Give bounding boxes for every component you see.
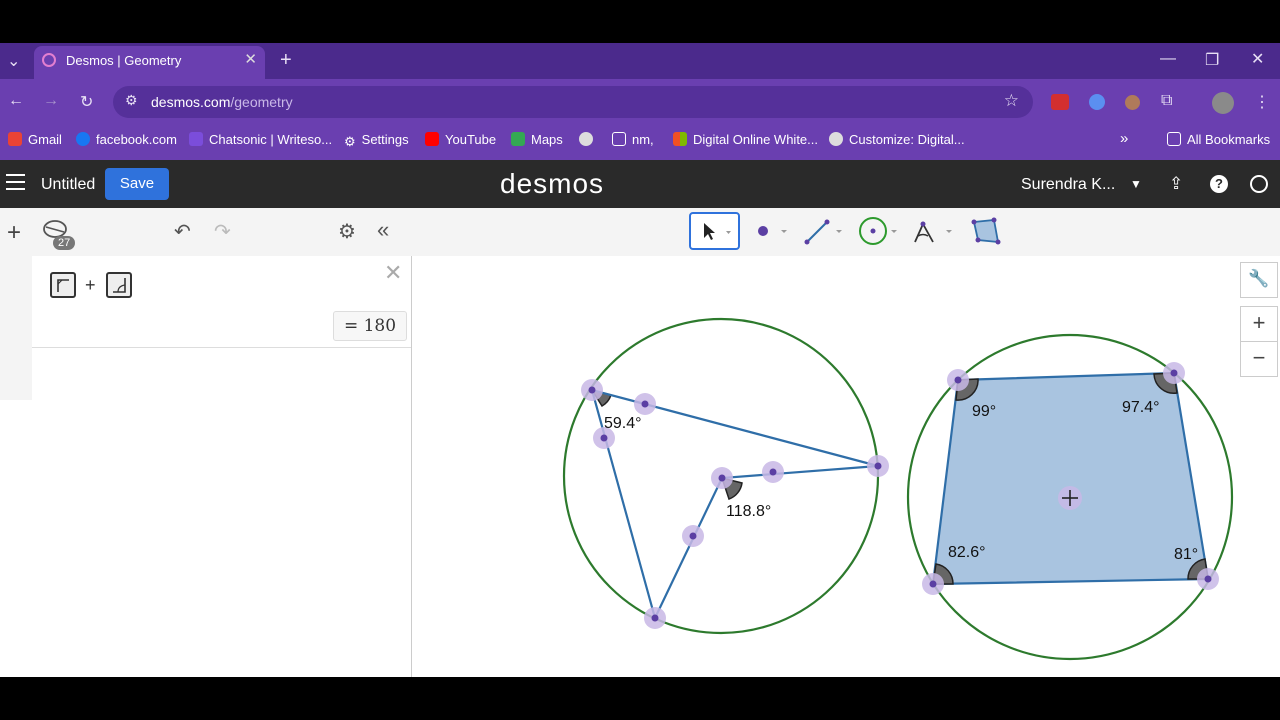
window-close-icon[interactable]: ✕ [1251, 49, 1264, 69]
user-dropdown-icon[interactable]: ▼ [1130, 177, 1142, 191]
history-count-badge: 27 [53, 236, 76, 250]
save-button[interactable]: Save [105, 168, 169, 200]
all-bookmarks[interactable]: All Bookmarks [1167, 132, 1270, 147]
point[interactable] [769, 468, 777, 476]
help-icon[interactable]: ? [1210, 175, 1228, 193]
language-globe-icon[interactable] [1250, 175, 1268, 193]
polygon-tool[interactable] [964, 212, 1015, 250]
expression-result: = 180 [333, 311, 407, 341]
close-tab-icon[interactable]: ✕ [244, 50, 257, 68]
bookmark-youtube[interactable]: YouTube [425, 132, 496, 147]
redo-icon[interactable]: ↷ [214, 219, 231, 244]
select-tool[interactable] [689, 212, 740, 250]
bookmarks-bar: Gmail facebook.com Chatsonic | Writeso..… [0, 124, 1280, 160]
expression-gutter [0, 256, 32, 400]
angle-object-icon [50, 272, 76, 298]
zoom-in-button[interactable]: + [1240, 306, 1278, 342]
add-item-icon[interactable]: + [7, 219, 21, 247]
new-tab-icon[interactable]: + [280, 49, 292, 72]
bookmark-globe[interactable] [579, 132, 599, 147]
point[interactable] [588, 386, 596, 394]
angle-label-q4: 81° [1174, 546, 1198, 563]
plus-operator: + [85, 275, 96, 295]
menu-kebab-icon[interactable]: ⋮ [1254, 92, 1270, 112]
reload-icon[interactable]: ↻ [80, 92, 93, 112]
extensions-puzzle-icon[interactable]: ⧉ [1161, 92, 1172, 110]
desmos-logo: desmos [500, 168, 605, 199]
extension-icon[interactable] [1089, 94, 1105, 110]
site-info-icon[interactable]: ⚙ [125, 92, 138, 109]
minimize-icon[interactable]: — [1160, 50, 1176, 68]
user-name[interactable]: Surendra K... [1021, 176, 1115, 194]
extension-icon[interactable] [1125, 95, 1140, 110]
point[interactable] [600, 434, 608, 442]
bookmark-star-icon[interactable]: ☆ [1004, 91, 1019, 111]
desmos-favicon-icon [42, 53, 56, 67]
angle-label-q3: 82.6° [948, 544, 986, 561]
address-bar[interactable]: ⚙ desmos.com/geometry ☆ [113, 86, 1033, 118]
zoom-out-button[interactable]: − [1240, 341, 1278, 377]
point[interactable] [689, 532, 697, 540]
tab-search-icon[interactable]: ⌄ [7, 51, 20, 71]
segment-tool[interactable] [799, 212, 850, 250]
tab-title: Desmos | Geometry [66, 53, 182, 68]
angle-label-central: 118.8° [726, 503, 771, 520]
bookmark-digital-online[interactable]: Digital Online White... [673, 132, 818, 147]
hamburger-menu-icon[interactable] [6, 174, 25, 190]
share-icon[interactable]: ⇪ [1169, 174, 1183, 194]
angle-object-icon [106, 272, 132, 298]
bookmark-maps[interactable]: Maps [511, 132, 563, 147]
delete-expression-icon[interactable]: ✕ [384, 260, 402, 286]
angle-tool[interactable] [909, 212, 960, 250]
geometry-canvas[interactable]: 59.4° 118.8° 99° 97.4° 82.6° 81° [412, 256, 1280, 677]
browser-tab[interactable]: Desmos | Geometry ✕ [34, 46, 265, 79]
point[interactable] [929, 580, 937, 588]
profile-avatar[interactable] [1212, 92, 1234, 114]
bookmark-facebook[interactable]: facebook.com [76, 132, 177, 147]
point[interactable] [1170, 369, 1178, 377]
bookmark-customize[interactable]: Customize: Digital... [829, 132, 965, 147]
point[interactable] [874, 462, 882, 470]
point[interactable] [641, 400, 649, 408]
restore-icon[interactable]: ❐ [1205, 50, 1219, 70]
graph-title[interactable]: Untitled [41, 176, 95, 194]
settings-gear-icon[interactable]: ⚙ [338, 219, 356, 244]
circle-tool[interactable] [854, 212, 905, 250]
more-bookmarks[interactable]: » [1120, 130, 1128, 147]
angle-label-q1: 99° [972, 403, 996, 420]
angle-label-q2: 97.4° [1122, 399, 1160, 416]
bookmark-settings[interactable]: ⚙ Settings [344, 132, 409, 149]
point-tool[interactable] [744, 212, 795, 250]
collapse-panel-icon[interactable]: « [377, 217, 389, 243]
forward-icon[interactable]: → [43, 92, 59, 110]
extension-icon[interactable] [1051, 94, 1069, 110]
point[interactable] [651, 614, 659, 622]
bookmark-folder-nm[interactable]: nm, [612, 132, 654, 147]
point[interactable] [1204, 575, 1212, 583]
point[interactable] [718, 474, 726, 482]
bookmark-chatsonic[interactable]: Chatsonic | Writeso... [189, 132, 332, 147]
graph-settings-wrench-icon[interactable]: 🔧 [1240, 262, 1278, 298]
bookmark-gmail[interactable]: Gmail [8, 132, 62, 147]
undo-icon[interactable]: ↶ [174, 219, 191, 244]
url-host: desmos.com [151, 94, 231, 110]
point[interactable] [954, 376, 962, 384]
url-path: /geometry [230, 94, 293, 110]
back-icon[interactable]: ← [8, 92, 24, 110]
angle-label-inscribed: 59.4° [604, 415, 642, 432]
